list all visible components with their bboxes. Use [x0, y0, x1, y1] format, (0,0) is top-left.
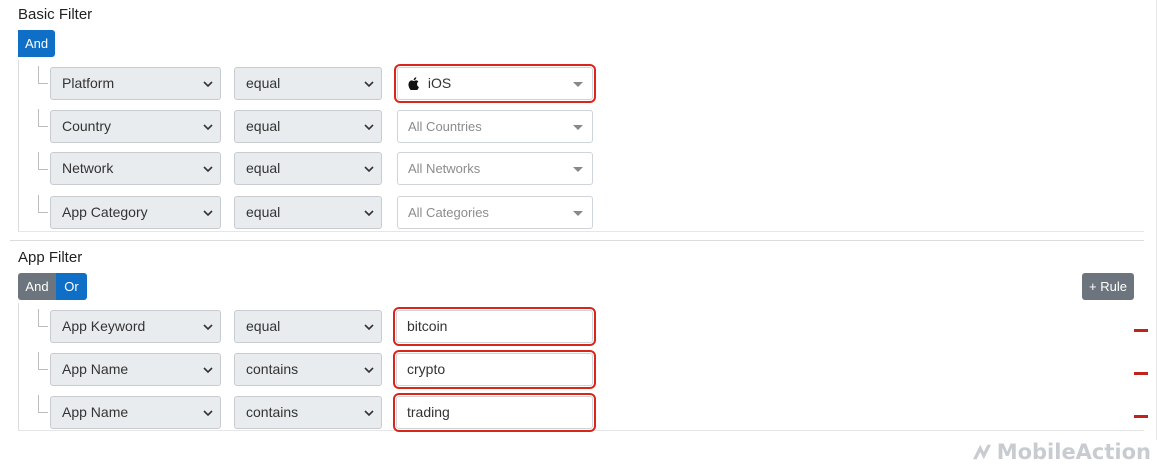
basic-filter-title: Basic Filter — [18, 6, 93, 23]
app-rule-row: App Name contains crypto — [18, 350, 1148, 392]
field-select[interactable]: Platform — [50, 67, 221, 100]
keyword-value-input[interactable]: bitcoin — [393, 307, 596, 346]
app-filter-title: App Filter — [18, 249, 83, 266]
basic-rule-row: Country equal All Countries — [18, 109, 1144, 149]
app-rule-row: App Name contains trading — [18, 393, 1148, 435]
operator-select[interactable]: equal — [234, 310, 382, 343]
chevron-down-icon — [364, 367, 374, 374]
basic-rule-row: Network equal All Networks — [18, 152, 1144, 192]
chevron-down-icon — [364, 81, 374, 88]
chevron-down-icon — [203, 81, 213, 88]
dropdown-caret-icon — [573, 125, 583, 130]
app-rule-row: App Keyword equal bitcoin — [18, 307, 1148, 349]
field-select[interactable]: App Name — [50, 353, 221, 386]
remove-rule-button[interactable] — [1134, 415, 1148, 418]
basic-and-button[interactable]: And — [18, 30, 56, 57]
apple-icon — [408, 77, 419, 91]
chevron-down-icon — [364, 410, 374, 417]
tree-connector — [38, 195, 48, 213]
app-name-value-input[interactable]: trading — [393, 393, 596, 432]
section-divider — [10, 240, 1144, 241]
tree-connector — [38, 352, 48, 370]
chevron-down-icon — [203, 410, 213, 417]
chevron-down-icon — [364, 124, 374, 131]
tree-connector — [38, 309, 48, 327]
field-select[interactable]: Network — [50, 152, 221, 185]
remove-rule-button[interactable] — [1134, 372, 1148, 375]
chevron-down-icon — [364, 166, 374, 173]
tree-connector — [38, 109, 48, 127]
field-select[interactable]: App Category — [50, 196, 221, 229]
category-value-dropdown[interactable]: All Categories — [397, 196, 593, 229]
chevron-down-icon — [364, 324, 374, 331]
chevron-down-icon — [203, 124, 213, 131]
app-filter-conjunction-group: And Or — [18, 273, 87, 300]
tree-connector — [38, 395, 48, 413]
operator-select[interactable]: equal — [234, 110, 382, 143]
chevron-down-icon — [203, 166, 213, 173]
dropdown-caret-icon — [573, 82, 583, 87]
country-value-dropdown[interactable]: All Countries — [397, 110, 593, 143]
platform-value-dropdown[interactable]: iOS — [394, 64, 596, 103]
tree-connector — [38, 152, 48, 170]
basic-rule-row: App Category equal All Categories — [18, 195, 1144, 235]
app-and-button[interactable]: And — [18, 273, 56, 300]
add-rule-button[interactable]: + Rule — [1082, 273, 1134, 300]
app-name-value-input[interactable]: crypto — [393, 350, 596, 389]
operator-select[interactable]: contains — [234, 353, 382, 386]
dropdown-caret-icon — [573, 211, 583, 216]
field-select[interactable]: App Keyword — [50, 310, 221, 343]
remove-rule-button[interactable] — [1134, 329, 1148, 332]
operator-select[interactable]: equal — [234, 152, 382, 185]
chevron-down-icon — [203, 367, 213, 374]
field-select[interactable]: App Name — [50, 396, 221, 429]
query-builder-panel: Basic Filter And Platform equal iOS Coun… — [0, 0, 1157, 440]
chevron-down-icon — [203, 324, 213, 331]
mobileaction-logo-icon — [972, 444, 991, 460]
operator-select[interactable]: equal — [234, 67, 382, 100]
app-or-button[interactable]: Or — [56, 273, 87, 300]
mobileaction-watermark: MobileAction — [971, 440, 1151, 464]
chevron-down-icon — [203, 210, 213, 217]
operator-select[interactable]: contains — [234, 396, 382, 429]
operator-select[interactable]: equal — [234, 196, 382, 229]
basic-filter-conjunction-group: And — [18, 30, 56, 57]
chevron-down-icon — [364, 210, 374, 217]
dropdown-caret-icon — [573, 167, 583, 172]
tree-connector — [38, 66, 48, 84]
network-value-dropdown[interactable]: All Networks — [397, 152, 593, 185]
basic-rule-row: Platform equal iOS — [18, 64, 1144, 106]
field-select[interactable]: Country — [50, 110, 221, 143]
